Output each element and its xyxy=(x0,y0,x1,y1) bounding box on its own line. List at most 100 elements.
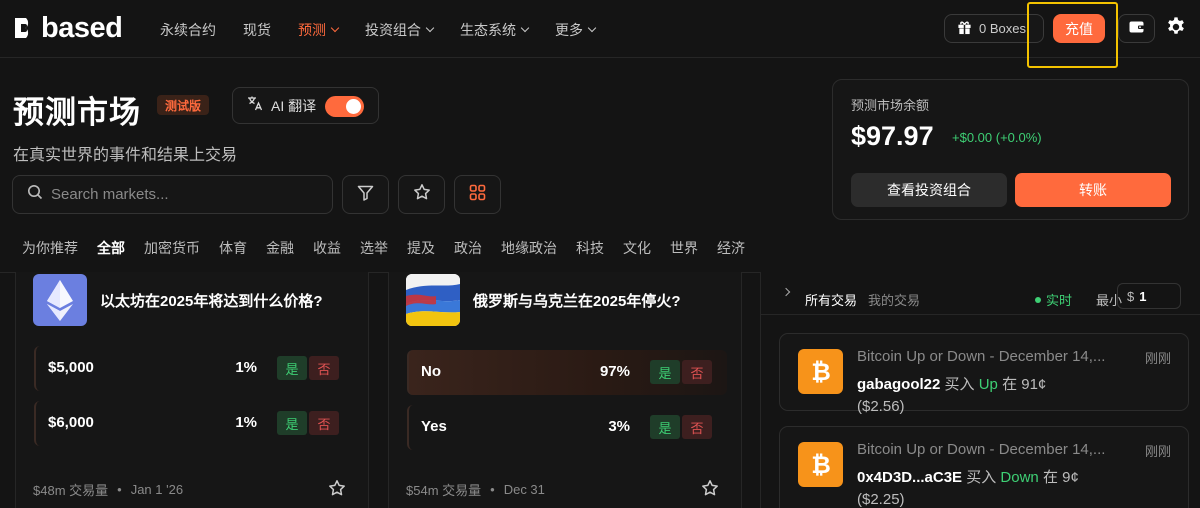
tab-crypto[interactable]: 加密货币 xyxy=(144,238,200,258)
outcome-name: Yes xyxy=(421,418,447,435)
boxes-button[interactable]: 0 Boxes xyxy=(944,14,1044,43)
outcome-row[interactable]: $5,000 1% 是 否 xyxy=(34,346,354,391)
market-card[interactable]: 俄罗斯与乌克兰在2025年停火? No 97% 是 否 Yes 3% 是 否 $… xyxy=(388,272,742,508)
tab-finance[interactable]: 金融 xyxy=(266,238,294,258)
tab-all[interactable]: 全部 xyxy=(97,238,125,258)
currency-symbol: $ xyxy=(1127,288,1135,304)
menu-label: 预测 xyxy=(298,22,326,38)
tab-earnings[interactable]: 收益 xyxy=(313,238,341,258)
outcome-row[interactable]: No 97% 是 否 xyxy=(407,350,727,395)
separator-dot: • xyxy=(490,482,495,497)
translate-icon xyxy=(247,95,263,116)
balance-amount: $97.97 xyxy=(851,121,934,151)
search-box[interactable] xyxy=(12,175,333,214)
buy-no-button[interactable]: 否 xyxy=(682,415,712,439)
logo[interactable]: based xyxy=(13,12,123,44)
menu-item-perpetuals[interactable]: 永续合约 xyxy=(160,20,216,40)
trade-user[interactable]: gabagool22 xyxy=(857,376,940,393)
tab-world[interactable]: 世界 xyxy=(670,238,698,258)
based-logo-icon xyxy=(13,16,35,40)
buy-yes-button[interactable]: 是 xyxy=(650,360,680,384)
buy-yes-button[interactable]: 是 xyxy=(277,356,307,380)
gear-icon xyxy=(1165,16,1187,43)
favorites-button[interactable] xyxy=(398,175,445,214)
page-subtitle: 在真实世界的事件和结果上交易 xyxy=(13,147,238,164)
market-end-date: Dec 31 xyxy=(503,482,545,497)
outcome-row[interactable]: $6,000 1% 是 否 xyxy=(34,401,354,446)
ai-translate-toggle[interactable] xyxy=(325,96,364,117)
tab-politics[interactable]: 政治 xyxy=(454,238,482,258)
menu-item-spot[interactable]: 现货 xyxy=(243,20,271,40)
logo-text: based xyxy=(41,12,123,44)
filter-button[interactable] xyxy=(342,175,389,214)
trade-time: 刚刚 xyxy=(1144,351,1171,366)
trade-item[interactable]: ₿ Bitcoin Up or Down - December 14,... 刚… xyxy=(779,333,1189,415)
outcome-name: $6,000 xyxy=(48,414,94,431)
menu-label: 生态系统 xyxy=(460,22,516,38)
trade-market-title: Bitcoin Up or Down - December 14,... xyxy=(857,441,1106,458)
menu-item-predict[interactable]: 预测 xyxy=(298,20,340,40)
trade-user[interactable]: 0x4D3D...aC3E xyxy=(857,469,962,486)
menu-item-portfolio[interactable]: 投资组合 xyxy=(365,20,435,40)
buy-no-button[interactable]: 否 xyxy=(682,360,712,384)
market-end-date: Jan 1 '26 xyxy=(130,482,184,497)
market-volume: $54m 交易量 xyxy=(406,483,482,498)
russia-ukraine-flag-icon xyxy=(406,274,460,326)
balance-change: +$0.00 (+0.0%) xyxy=(952,130,1042,145)
buy-yes-button[interactable]: 是 xyxy=(650,415,680,439)
tab-elections[interactable]: 选举 xyxy=(360,238,388,258)
outcome-percent: 3% xyxy=(608,418,630,435)
balance-card: 预测市场余额 $97.97 +$0.00 (+0.0%) 查看投资组合 转账 xyxy=(832,79,1189,220)
wallet-icon xyxy=(1129,20,1144,38)
ethereum-icon xyxy=(33,274,87,326)
tab-for-you[interactable]: 为你推荐 xyxy=(22,238,78,258)
tab-culture[interactable]: 文化 xyxy=(623,238,651,258)
app-root: based 永续合约 现货 预测 投资组合 生态系统 更多 0 Boxes 充值 xyxy=(0,0,1200,508)
menu-item-ecosystem[interactable]: 生态系统 xyxy=(460,20,530,40)
transfer-button[interactable]: 转账 xyxy=(1015,173,1171,207)
market-title[interactable]: 以太坊在2025年将达到什么价格? xyxy=(100,290,323,311)
ai-translate-label: AI 翻译 xyxy=(271,97,317,114)
outcome-name: $5,000 xyxy=(48,359,94,376)
tab-sports[interactable]: 体育 xyxy=(219,238,247,258)
live-label: 实时 xyxy=(1046,293,1073,308)
menu-item-more[interactable]: 更多 xyxy=(555,20,597,40)
trade-item[interactable]: ₿ Bitcoin Up or Down - December 14,... 刚… xyxy=(779,426,1189,508)
tab-tech[interactable]: 科技 xyxy=(576,238,604,258)
market-card[interactable]: 以太坊在2025年将达到什么价格? $5,000 1% 是 否 $6,000 1… xyxy=(15,272,369,508)
chevron-down-icon xyxy=(425,23,435,33)
outcome-row[interactable]: Yes 3% 是 否 xyxy=(407,405,727,450)
wallet-button[interactable] xyxy=(1118,14,1155,43)
tab-mentions[interactable]: 提及 xyxy=(407,238,435,258)
buy-no-button[interactable]: 否 xyxy=(309,356,339,380)
main-menu: 永续合约 现货 预测 投资组合 生态系统 更多 xyxy=(160,20,622,40)
settings-button[interactable] xyxy=(1163,16,1189,42)
buy-yes-button[interactable]: 是 xyxy=(277,411,307,435)
tab-geopolitics[interactable]: 地缘政治 xyxy=(501,238,557,258)
deposit-button[interactable]: 充值 xyxy=(1053,14,1105,43)
buy-no-button[interactable]: 否 xyxy=(309,411,339,435)
market-title[interactable]: 俄罗斯与乌克兰在2025年停火? xyxy=(473,290,681,311)
search-input[interactable] xyxy=(51,186,311,203)
star-icon[interactable] xyxy=(328,479,346,502)
grid-icon xyxy=(469,184,486,206)
gift-icon xyxy=(957,20,972,38)
outcome-name: No xyxy=(421,363,441,380)
live-indicator[interactable]: 实时 xyxy=(1035,290,1072,309)
chevron-down-icon xyxy=(520,23,530,33)
tab-my-trades[interactable]: 我的交易 xyxy=(868,290,920,309)
ai-translate-control[interactable]: AI 翻译 xyxy=(232,87,379,124)
grid-view-button[interactable] xyxy=(454,175,501,214)
category-tabs: 为你推荐 全部 加密货币 体育 金融 收益 选举 提及 政治 地缘政治 科技 文… xyxy=(22,238,764,258)
trade-side: Down xyxy=(1000,469,1039,486)
min-amount-input[interactable]: $ 1 xyxy=(1117,283,1181,309)
chevron-right-icon[interactable] xyxy=(781,287,791,297)
trades-header: 所有交易 我的交易 实时 最小 $ 1 xyxy=(761,272,1200,315)
tab-economy[interactable]: 经济 xyxy=(717,238,745,258)
outcome-percent: 1% xyxy=(235,359,257,376)
view-portfolio-button[interactable]: 查看投资组合 xyxy=(851,173,1007,207)
star-icon[interactable] xyxy=(701,479,719,502)
min-amount-value: 1 xyxy=(1139,288,1147,304)
boxes-label: 0 Boxes xyxy=(979,21,1026,36)
tab-all-trades[interactable]: 所有交易 xyxy=(805,290,857,309)
